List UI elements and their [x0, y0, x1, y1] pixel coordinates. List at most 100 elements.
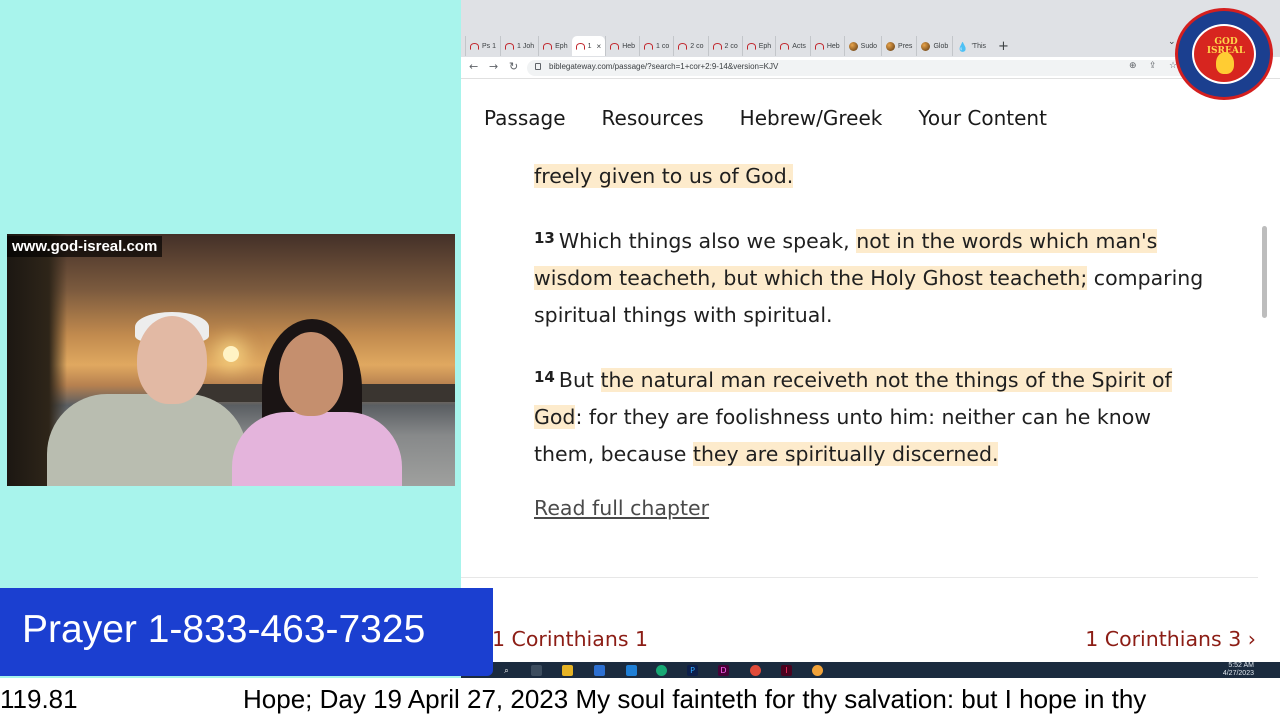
- drop-favicon-icon: 💧: [957, 41, 969, 52]
- biblegateway-favicon-icon: [470, 42, 479, 50]
- dreamweaver-icon[interactable]: D: [718, 665, 729, 676]
- woman-figure: [232, 412, 402, 486]
- tab-label: 2 co: [690, 42, 704, 50]
- app-icon[interactable]: [812, 665, 823, 676]
- prayer-phone-text: Prayer 1-833-463-7325: [22, 608, 426, 651]
- zoom-icon[interactable]: ⊕: [1129, 61, 1137, 71]
- tab-label: Pres: [898, 42, 913, 50]
- chrome-icon[interactable]: [750, 665, 761, 676]
- store-icon[interactable]: [594, 665, 605, 676]
- tab-label: Eph: [555, 42, 568, 50]
- search-icon[interactable]: ⌕: [501, 665, 512, 676]
- biblegateway-favicon-icon: [814, 42, 824, 50]
- tab-label: Heb: [622, 42, 636, 50]
- browser-tab[interactable]: Heb: [605, 36, 639, 56]
- edge-icon[interactable]: [656, 665, 667, 676]
- browser-tab[interactable]: 1 co: [639, 36, 673, 56]
- browser-tab[interactable]: Eph: [741, 36, 775, 56]
- browser-tab[interactable]: 💧 'This: [952, 36, 990, 56]
- verse-list: 13 Which things also we speak, not in the…: [534, 220, 1204, 473]
- scrolling-ticker: 119.81 Hope; Day 19 April 27, 2023 My so…: [0, 678, 1280, 720]
- tab-strip: Ps 11 Joh Eph 1 × Heb 1 co 2 co 2 co Eph Acts Heb S…: [461, 0, 1280, 57]
- tab-label: 2 co: [724, 42, 738, 50]
- mail-icon[interactable]: [626, 665, 637, 676]
- browser-tab[interactable]: 1 ×: [571, 36, 606, 56]
- seal-inner: GOD ISREAL: [1192, 24, 1256, 84]
- content-divider: [461, 577, 1258, 578]
- man-figure: [47, 394, 247, 486]
- next-chapter-link[interactable]: 1 Corinthians 3 ›: [1085, 627, 1256, 651]
- highlighted-text: freely given to us of God.: [534, 164, 794, 188]
- tab-close-icon[interactable]: ×: [597, 42, 602, 51]
- ministry-seal-logo: GOD ISREAL: [1175, 8, 1273, 100]
- lock-icon: [535, 63, 541, 70]
- browser-toolbar: ← → ↻ biblegateway.com/passage/?search=1…: [461, 57, 1280, 79]
- tab-label: 1 co: [656, 42, 670, 50]
- bible-gateway-page: Passage Resources Hebrew/Greek Your Content…: [461, 80, 1280, 662]
- verse-text: But: [558, 368, 601, 392]
- tab-label: Ps 1: [482, 42, 497, 50]
- verse-number: 13: [534, 229, 555, 247]
- clock-time: 5:52 AM: [1228, 662, 1254, 669]
- read-full-chapter-link[interactable]: Read full chapter: [534, 496, 709, 520]
- back-button[interactable]: ←: [469, 60, 478, 73]
- tab-label: Heb: [826, 42, 840, 50]
- biblegateway-favicon-icon: [712, 42, 722, 50]
- tab-label: Eph: [758, 42, 772, 50]
- prayer-line-banner: Prayer 1-833-463-7325: [0, 588, 493, 676]
- previous-chapter-link[interactable]: 1 Corinthians 1: [492, 627, 648, 651]
- biblegateway-favicon-icon: [780, 42, 790, 50]
- browser-tab[interactable]: 2 co: [673, 36, 707, 56]
- biblegateway-favicon-icon: [644, 42, 654, 50]
- browser-tab[interactable]: Ps 1: [465, 36, 500, 56]
- page-scrollbar-thumb[interactable]: [1262, 226, 1267, 318]
- browser-tab[interactable]: Heb: [809, 36, 844, 56]
- verse-14: 14 But the natural man receiveth not the …: [534, 359, 1204, 473]
- tab-search-dropdown-icon[interactable]: ⌄: [1168, 37, 1176, 47]
- menu-item-resources[interactable]: Resources: [602, 106, 704, 130]
- chevron-right-icon: ›: [1247, 627, 1256, 651]
- website-label: www.god-isreal.com: [7, 236, 163, 257]
- share-icon[interactable]: ⇪: [1149, 61, 1157, 71]
- clock-date: 4/27/2023: [1222, 670, 1254, 677]
- task-view-icon[interactable]: [531, 665, 542, 676]
- passage-text: freely given to us of God. 13 Which thing…: [534, 158, 1204, 498]
- tab-label: 1: [587, 42, 592, 50]
- biblegateway-favicon-icon: [505, 42, 515, 50]
- tab-label: 'This: [971, 42, 987, 50]
- tab-label: Acts: [792, 42, 806, 50]
- menu-item-your-content[interactable]: Your Content: [918, 106, 1047, 130]
- menu-item-passage[interactable]: Passage: [484, 106, 566, 130]
- new-tab-button[interactable]: +: [998, 39, 1009, 54]
- browser-tab[interactable]: Eph: [538, 36, 571, 56]
- man-head: [137, 316, 207, 404]
- reload-button[interactable]: ↻: [509, 60, 518, 73]
- windows-taskbar: ⌕ P D I 5:52 AM 4/27/2023: [461, 662, 1280, 678]
- url-text[interactable]: biblegateway.com/passage/?search=1+cor+2…: [549, 62, 778, 71]
- browser-tab[interactable]: Acts: [775, 36, 810, 56]
- tab-label: Glob: [933, 42, 949, 50]
- ticker-text-prev: 119.81: [0, 684, 78, 714]
- forward-button[interactable]: →: [489, 60, 498, 73]
- ticker-text: Hope; Day 19 April 27, 2023 My soul fain…: [243, 684, 1147, 714]
- woman-head: [279, 332, 343, 416]
- biblegateway-favicon-icon: [678, 42, 688, 50]
- browser-tab[interactable]: Glob: [916, 36, 952, 56]
- verse-continuation: freely given to us of God.: [534, 158, 1204, 195]
- photoshop-icon[interactable]: P: [687, 665, 698, 676]
- browser-tab[interactable]: Sudo: [843, 36, 881, 56]
- taskbar-clock: 5:52 AM 4/27/2023: [1223, 662, 1254, 678]
- indesign-icon[interactable]: I: [781, 665, 792, 676]
- globe-favicon-icon: [848, 41, 858, 51]
- browser-tab[interactable]: Pres: [881, 36, 916, 56]
- globe-favicon-icon: [921, 41, 931, 51]
- globe-favicon-icon: [886, 41, 896, 51]
- browser-tab[interactable]: 1 Joh: [500, 36, 538, 56]
- menu-item-hebrew-greek[interactable]: Hebrew/Greek: [740, 106, 883, 130]
- next-chapter-label: 1 Corinthians 3: [1085, 627, 1242, 651]
- verse-number: 14: [534, 368, 555, 386]
- biblegateway-favicon-icon: [610, 42, 620, 50]
- browser-tab[interactable]: 2 co: [707, 36, 742, 56]
- address-bar[interactable]: biblegateway.com/passage/?search=1+cor+2…: [527, 60, 1207, 76]
- file-explorer-icon[interactable]: [562, 665, 573, 676]
